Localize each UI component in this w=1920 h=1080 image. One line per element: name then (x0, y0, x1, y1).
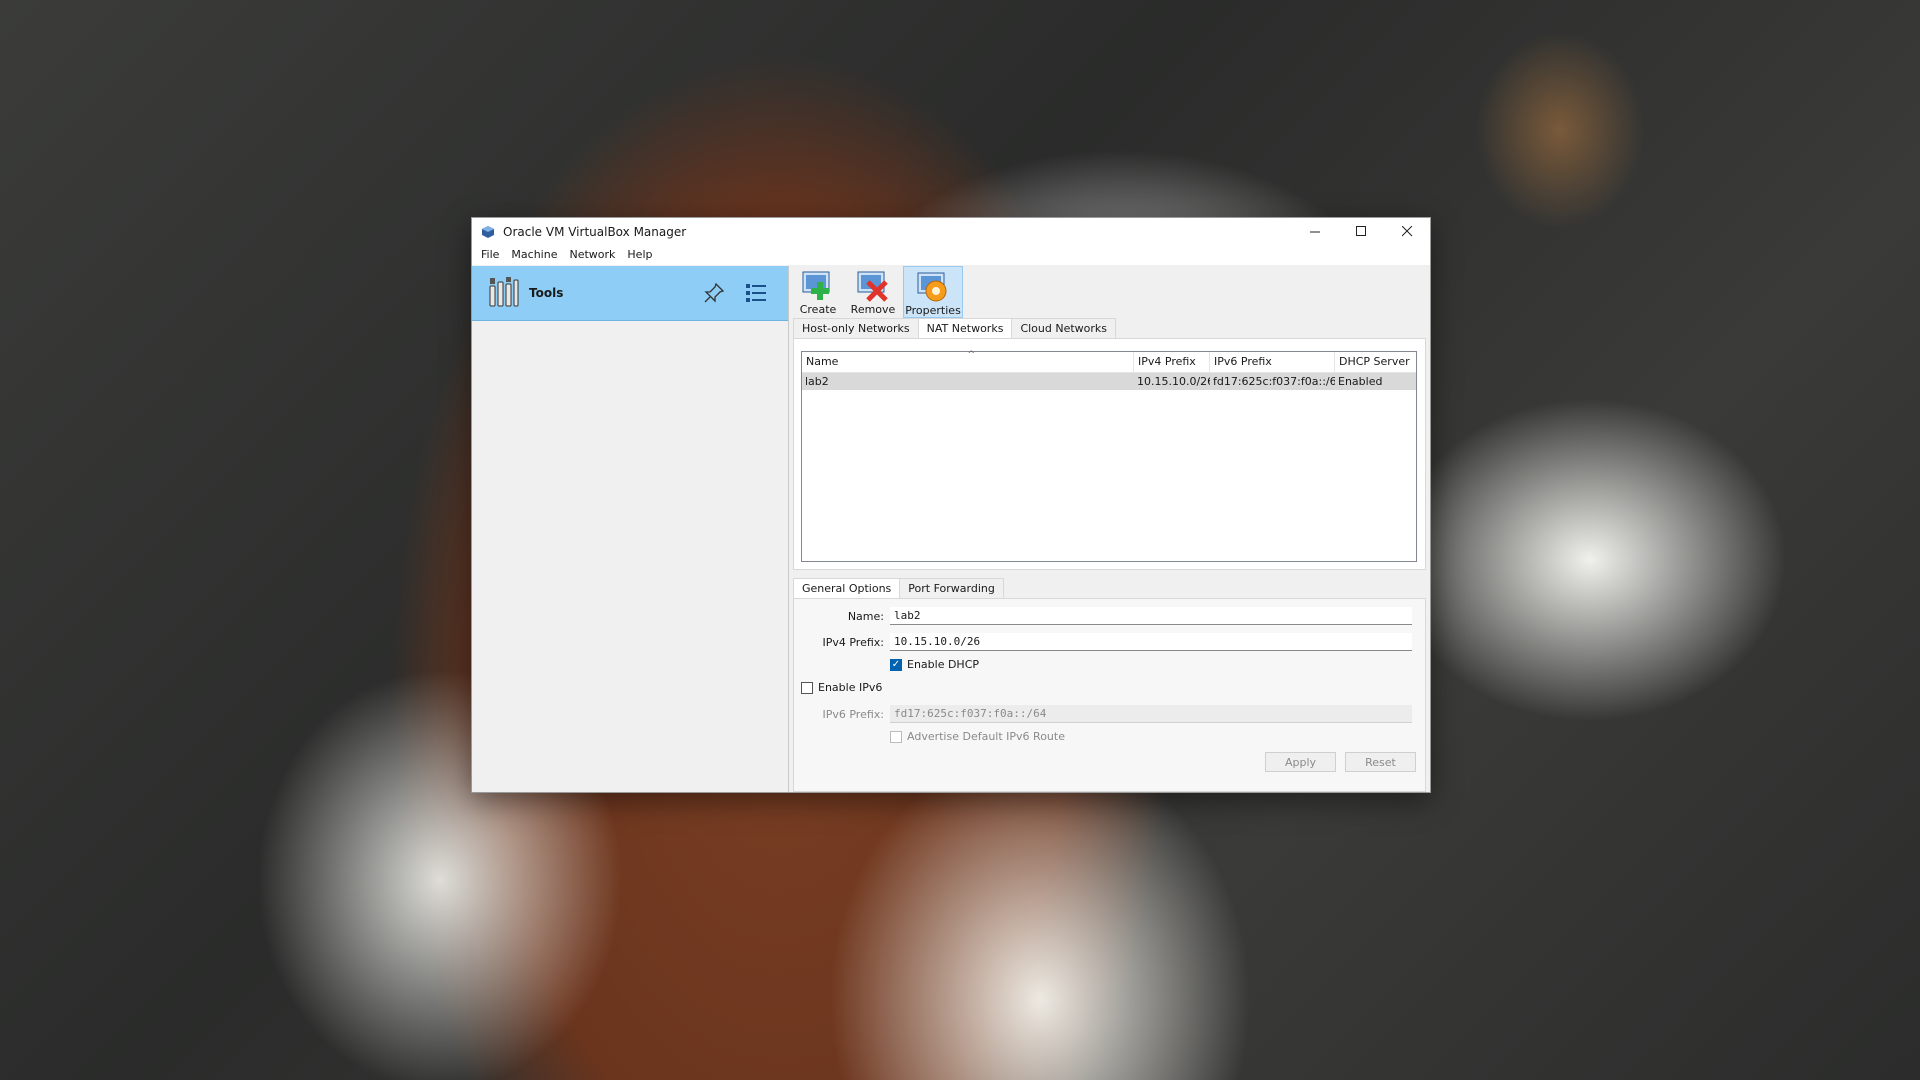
ipv4-prefix-field[interactable]: 10.15.10.0/26 (890, 633, 1412, 651)
tab-host-only-networks[interactable]: Host-only Networks (793, 318, 919, 338)
close-icon (1401, 226, 1412, 237)
network-type-tabs: Host-only Networks NAT Networks Cloud Ne… (789, 318, 1430, 338)
detail-tabs: General Options Port Forwarding (793, 578, 1004, 598)
tools-icon (489, 277, 519, 307)
ipv6-prefix-label: IPv6 Prefix: (822, 707, 884, 721)
advertise-ipv6-route-label: Advertise Default IPv6 Route (907, 730, 1065, 743)
list-view-icon[interactable] (744, 281, 768, 305)
name-label: Name: (847, 609, 884, 623)
cell-ipv4: 10.15.10.0/26 (1137, 375, 1210, 388)
header-ipv6-prefix[interactable]: IPv6 Prefix (1210, 352, 1335, 372)
name-row: Name: lab2 (794, 607, 1424, 625)
enable-ipv6-row[interactable]: Enable IPv6 (801, 681, 882, 694)
sort-ascending-icon: ^ (967, 350, 976, 360)
properties-gear-icon (917, 272, 947, 302)
header-name[interactable]: ^ Name (802, 350, 1134, 372)
virtualbox-app-icon (482, 225, 494, 238)
enable-dhcp-checkbox[interactable]: ✓ (890, 658, 902, 671)
properties-label: Properties (905, 304, 961, 317)
remove-label: Remove (850, 303, 896, 316)
menu-machine[interactable]: Machine (505, 245, 563, 265)
menu-file[interactable]: File (475, 245, 505, 265)
cell-dhcp: Enabled (1338, 375, 1383, 388)
enable-ipv6-label: Enable IPv6 (818, 681, 883, 694)
pin-icon[interactable] (702, 281, 726, 305)
maximize-icon (1355, 226, 1366, 236)
ipv6-row: IPv6 Prefix: fd17:625c:f037:f0a::/64 (794, 705, 1424, 723)
window-title: Oracle VM VirtualBox Manager (503, 224, 687, 239)
ipv4-prefix-label: IPv4 Prefix: (822, 635, 884, 649)
ipv4-row: IPv4 Prefix: 10.15.10.0/26 (794, 633, 1424, 651)
tools-label: Tools (529, 286, 564, 300)
toolbar: Create Remove Properties (789, 266, 1430, 318)
general-options-panel: Name: lab2 IPv4 Prefix: 10.15.10.0/26 ✓ … (793, 598, 1426, 792)
tab-nat-networks[interactable]: NAT Networks (917, 318, 1013, 338)
minimize-button[interactable] (1292, 218, 1338, 245)
ipv6-prefix-field[interactable]: fd17:625c:f037:f0a::/64 (890, 705, 1412, 723)
cell-ipv6: fd17:625c:f037:f0a::/64 (1213, 375, 1335, 388)
create-label: Create (799, 303, 837, 316)
create-network-icon (802, 271, 830, 300)
maximize-button[interactable] (1338, 218, 1384, 245)
table-header: ^ Name IPv4 Prefix IPv6 Prefix DHCP Serve… (802, 350, 1416, 373)
remove-network-icon (857, 271, 888, 302)
minimize-icon (1309, 231, 1320, 233)
title-bar[interactable]: Oracle VM VirtualBox Manager (472, 218, 1430, 245)
apply-button[interactable]: Apply (1265, 752, 1336, 772)
menu-network[interactable]: Network (563, 245, 621, 265)
tools-item[interactable]: Tools (472, 266, 788, 321)
create-button[interactable]: Create (793, 266, 843, 318)
enable-ipv6-checkbox[interactable] (801, 681, 813, 694)
header-ipv4-prefix[interactable]: IPv4 Prefix (1134, 352, 1210, 372)
remove-button[interactable]: Remove (848, 266, 898, 318)
network-manager-pane: Create Remove Properties Host-only Netwo… (789, 266, 1430, 792)
name-field[interactable]: lab2 (890, 607, 1412, 625)
nat-networks-table[interactable]: ^ Name IPv4 Prefix IPv6 Prefix DHCP Serve… (801, 350, 1417, 562)
enable-dhcp-label: Enable DHCP (907, 658, 980, 671)
header-dhcp-server[interactable]: DHCP Server (1335, 352, 1416, 372)
cell-name: lab2 (805, 375, 829, 388)
enable-dhcp-row[interactable]: ✓ Enable DHCP (890, 658, 979, 671)
properties-button[interactable]: Properties (903, 266, 963, 318)
reset-button[interactable]: Reset (1345, 752, 1416, 772)
machine-list-pane: Tools (472, 266, 789, 792)
tab-cloud-networks[interactable]: Cloud Networks (1011, 318, 1117, 338)
tab-port-forwarding[interactable]: Port Forwarding (899, 578, 1004, 598)
menu-help[interactable]: Help (621, 245, 658, 265)
advertise-ipv6-route-checkbox[interactable] (890, 730, 902, 743)
virtualbox-window: Oracle VM VirtualBox Manager File Machin… (471, 217, 1431, 793)
menu-bar: File Machine Network Help (472, 245, 1430, 265)
table-row[interactable]: lab2 10.15.10.0/26 fd17:625c:f037:f0a::/… (802, 373, 1416, 390)
close-button[interactable] (1384, 218, 1430, 245)
tab-general-options[interactable]: General Options (793, 578, 901, 598)
advertise-ipv6-row[interactable]: Advertise Default IPv6 Route (890, 730, 1065, 743)
